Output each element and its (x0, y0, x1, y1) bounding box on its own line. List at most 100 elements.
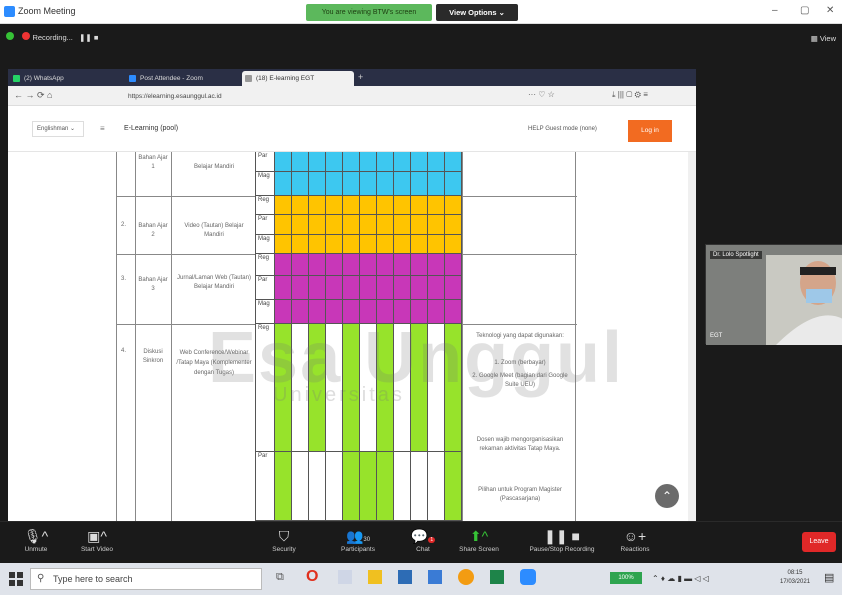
app-icon[interactable] (398, 570, 412, 584)
schedule-cell (326, 254, 343, 276)
share-screen-button[interactable]: ⬆^ Share Screen (454, 526, 504, 553)
schedule-cell (394, 254, 411, 276)
schedule-cell (292, 152, 309, 172)
schedule-cell (445, 215, 462, 235)
schedule-cell (360, 452, 377, 521)
record-button[interactable]: ❚❚ ■ Pause/Stop Recording (518, 526, 606, 553)
schedule-cell (309, 215, 326, 235)
speaker-label: EGT (710, 333, 723, 339)
chat-button[interactable]: 💬 1 Chat (406, 526, 440, 553)
schedule-cell (411, 254, 428, 276)
browser-tab[interactable]: (2) WhatsApp (10, 71, 122, 86)
login-button[interactable]: Log in (628, 120, 672, 142)
schedule-cell (394, 452, 411, 521)
schedule-cell (360, 254, 377, 276)
schedule-cell (275, 254, 292, 276)
opera-icon[interactable]: O (306, 568, 318, 586)
schedule-cell (292, 215, 309, 235)
minimize-icon[interactable]: – (772, 5, 778, 16)
recording-indicator: Recording... ❚❚ ■ (6, 32, 98, 50)
app-icon[interactable] (338, 570, 352, 584)
nav-buttons[interactable]: ← → ⟳ ⌂ (14, 90, 52, 101)
schedule-cell (343, 276, 360, 300)
table-cell-no: 4. (121, 348, 127, 354)
security-button[interactable]: ⛉ Security (262, 526, 306, 553)
page-icon (245, 75, 252, 82)
zoom-toolbar: 🎙^ Unmute ▣^ Start Video ⛉ Security 👥30 Part… (0, 521, 842, 563)
schedule-cell (428, 254, 445, 276)
shared-browser-window: (2) WhatsApp Post Attendee - Zoom (18) E… (8, 69, 696, 521)
browser-tab-active[interactable]: (18) E-learning EGT (242, 71, 354, 86)
site-header: Englishman ⌄ ≡ E-Learning (pool) HELP Gu… (8, 106, 696, 152)
participants-icon: 👥30 (345, 528, 371, 544)
leave-button[interactable]: Leave (802, 532, 836, 552)
schedule-cell (360, 196, 377, 215)
system-tray-icons[interactable]: ⌃ ♦ ☁ ▮ ▬ ◁ ◁ (652, 574, 709, 583)
new-tab-icon[interactable]: + (358, 72, 363, 82)
language-dropdown[interactable]: Englishman ⌄ (32, 121, 84, 137)
schedule-cell (377, 276, 394, 300)
speaker-video[interactable]: Dr. Lolo Spotlight EGT (705, 244, 842, 345)
schedule-cell (292, 254, 309, 276)
schedule-cell (428, 276, 445, 300)
start-video-button[interactable]: ▣^ Start Video (70, 526, 124, 553)
scroll-up-button[interactable]: ⌃ (655, 484, 679, 508)
schedule-cell (275, 152, 292, 172)
url-input[interactable]: https://elearning.esaunggul.ac.id (128, 90, 518, 103)
schedule-cell (411, 172, 428, 196)
schedule-row-label: Reg (255, 254, 275, 276)
browser-tab[interactable]: Post Attendee - Zoom (126, 71, 238, 86)
share-screen-icon: ⬆^ (469, 528, 489, 544)
windows-start-icon[interactable] (8, 571, 24, 587)
scrollbar[interactable] (688, 152, 696, 521)
table-cell-no: 2. (121, 222, 127, 228)
site-name[interactable]: E-Learning (pool) (124, 125, 178, 132)
page-actions-icon[interactable]: ··· ♡ ☆ (528, 90, 555, 99)
schedule-cell (428, 452, 445, 521)
task-view-icon[interactable]: ⧉ (276, 571, 284, 584)
schedule-row-label: Reg (255, 196, 275, 215)
schedule-cell (343, 196, 360, 215)
battery-indicator[interactable]: 100% (610, 572, 642, 584)
view-button[interactable]: ▦ View (811, 34, 836, 43)
pause-stop-icon: ❚❚ ■ (544, 528, 580, 544)
taskbar-clock[interactable]: 08:15 17/03/2021 (780, 569, 810, 587)
schedule-cell (377, 452, 394, 521)
browser-icon[interactable] (458, 569, 474, 585)
participants-button[interactable]: 👥30 Participants (330, 526, 386, 553)
schedule-cell (377, 172, 394, 196)
unmute-label: Unmute (24, 546, 48, 553)
tab-label: (2) WhatsApp (24, 75, 64, 82)
schedule-cell (445, 152, 462, 172)
reactions-button[interactable]: ☺+ Reactions (612, 526, 658, 553)
search-icon: ⚲ (37, 573, 45, 584)
watermark-title: Esa Unggul (208, 318, 625, 398)
schedule-cell (275, 235, 292, 254)
notifications-icon[interactable]: ▤ (824, 571, 834, 584)
schedule-cell (394, 215, 411, 235)
file-explorer-icon[interactable] (368, 570, 382, 584)
schedule-cell (360, 276, 377, 300)
schedule-row-label: Par (255, 276, 275, 300)
schedule-cell (275, 215, 292, 235)
excel-icon[interactable] (490, 570, 504, 584)
stop-icon[interactable]: ■ (94, 33, 99, 42)
schedule-cell (326, 452, 343, 521)
taskbar-search-input[interactable]: ⚲ Type here to search (30, 568, 262, 590)
app-icon[interactable] (428, 570, 442, 584)
camera-off-icon: ▣^ (87, 528, 107, 544)
schedule-row-label: Mag (255, 172, 275, 196)
schedule-cell (343, 172, 360, 196)
unmute-button[interactable]: 🎙^ Unmute (14, 526, 58, 553)
whatsapp-icon (13, 75, 20, 82)
zoom-taskbar-icon[interactable] (520, 569, 536, 585)
security-label: Security (272, 546, 296, 553)
close-icon[interactable]: ✕ (826, 5, 834, 16)
toolbar-icons[interactable]: ⤓ ||| ▢ ⚙ ≡ (612, 90, 648, 100)
pause-icon[interactable]: ❚❚ (79, 33, 92, 42)
screen-share-banner: You are viewing BTW's screen (306, 4, 432, 21)
maximize-icon[interactable]: ▢ (800, 5, 809, 16)
menu-icon[interactable]: ≡ (100, 124, 105, 133)
schedule-cell (394, 152, 411, 172)
view-options-button[interactable]: View Options ⌄ (436, 4, 518, 21)
